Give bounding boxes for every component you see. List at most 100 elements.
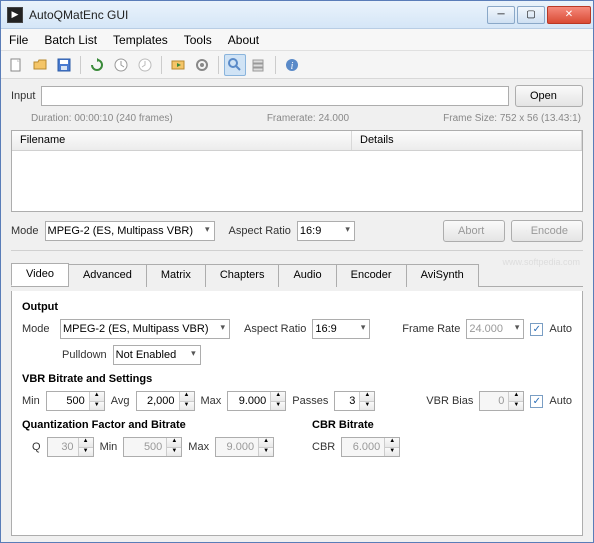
vbr-max-spinner[interactable]: ▲▼ [227, 391, 286, 411]
vbr-row: Min ▲▼ Avg ▲▼ Max ▲▼ Passes ▲▼ VBR Bias … [22, 391, 572, 411]
window-controls: ─ ▢ ✕ [487, 6, 591, 24]
settings-icon[interactable] [191, 54, 213, 76]
output-mode-select[interactable]: MPEG-2 (ES, Multipass VBR) [60, 319, 230, 339]
pulldown-label: Pulldown [62, 349, 107, 361]
mode-select[interactable]: MPEG-2 (ES, Multipass VBR) [45, 221, 215, 241]
col-details[interactable]: Details [352, 131, 582, 150]
batch-icon[interactable] [248, 54, 270, 76]
framesize-text: Frame Size: 752 x 56 (13.43:1) [443, 113, 581, 124]
toolbar-separator [275, 56, 276, 74]
tab-video[interactable]: Video [11, 263, 69, 286]
cbr-title: CBR Bitrate [312, 419, 572, 431]
framerate-text: Framerate: 24.000 [267, 113, 349, 124]
cbr-label: CBR [312, 441, 335, 453]
tabs: Video Advanced Matrix Chapters Audio Enc… [11, 263, 583, 287]
output-mode-label: Mode [22, 323, 54, 335]
clock-alt-icon[interactable] [134, 54, 156, 76]
mode-label: Mode [11, 225, 39, 237]
file-listview[interactable]: Filename Details [11, 130, 583, 212]
vbr-auto-checkbox[interactable]: ✓ [530, 395, 543, 408]
tab-panel-video: Output Mode MPEG-2 (ES, Multipass VBR) A… [11, 291, 583, 536]
menu-batch-list[interactable]: Batch List [44, 33, 97, 47]
menu-templates[interactable]: Templates [113, 33, 168, 47]
menubar: File Batch List Templates Tools About [1, 29, 593, 51]
output-row-2: Pulldown Not Enabled [22, 345, 572, 365]
toolbar-separator [80, 56, 81, 74]
refresh-icon[interactable] [86, 54, 108, 76]
open-icon[interactable] [29, 54, 51, 76]
aspect-select[interactable]: 16:9 [297, 221, 355, 241]
vbr-avg-label: Avg [111, 395, 130, 407]
output-title: Output [22, 301, 572, 313]
content: Input Open Duration: 00:00:10 (240 frame… [1, 79, 593, 542]
tab-encoder[interactable]: Encoder [336, 264, 407, 287]
clock-icon[interactable] [110, 54, 132, 76]
qf-max-label: Max [188, 441, 209, 453]
encode-button[interactable]: Encode [511, 220, 583, 242]
duration-text: Duration: 00:00:10 (240 frames) [31, 113, 173, 124]
q-spinner[interactable]: ▲▼ [47, 437, 94, 457]
framerate-auto-label: Auto [549, 323, 572, 335]
q-label: Q [32, 441, 41, 453]
vbr-auto-label: Auto [549, 395, 572, 407]
vbr-bias-spinner[interactable]: ▲▼ [479, 391, 524, 411]
qf-max-spinner[interactable]: ▲▼ [215, 437, 274, 457]
zoom-icon[interactable] [224, 54, 246, 76]
abort-button[interactable]: Abort [443, 220, 505, 242]
qf-title: Quantization Factor and Bitrate [22, 419, 282, 431]
toolbar: i [1, 51, 593, 79]
minimize-button[interactable]: ─ [487, 6, 515, 24]
vbr-min-label: Min [22, 395, 40, 407]
pulldown-select[interactable]: Not Enabled [113, 345, 201, 365]
vbr-passes-label: Passes [292, 395, 328, 407]
output-row-1: Mode MPEG-2 (ES, Multipass VBR) Aspect R… [22, 319, 572, 339]
info-row: Duration: 00:00:10 (240 frames) Framerat… [11, 111, 583, 126]
aspect-label: Aspect Ratio [229, 225, 291, 237]
divider [11, 250, 583, 251]
vbr-bias-label: VBR Bias [426, 395, 473, 407]
framerate-label: Frame Rate [402, 323, 460, 335]
qf-row: Q ▲▼ Min ▲▼ Max ▲▼ [22, 437, 282, 457]
vbr-avg-spinner[interactable]: ▲▼ [136, 391, 195, 411]
toolbar-separator [161, 56, 162, 74]
output-aspect-label: Aspect Ratio [244, 323, 306, 335]
tab-chapters[interactable]: Chapters [205, 264, 280, 287]
app-icon: ▶ [7, 7, 23, 23]
input-field[interactable] [41, 86, 509, 106]
svg-text:i: i [291, 61, 294, 72]
listview-header: Filename Details [12, 131, 582, 151]
encode-icon [526, 225, 527, 237]
menu-file[interactable]: File [9, 33, 28, 47]
vbr-min-spinner[interactable]: ▲▼ [46, 391, 105, 411]
framerate-select[interactable]: 24.000 [466, 319, 524, 339]
maximize-button[interactable]: ▢ [517, 6, 545, 24]
open-button[interactable]: Open [515, 85, 583, 107]
vbr-passes-spinner[interactable]: ▲▼ [334, 391, 375, 411]
tab-avisynth[interactable]: AviSynth [406, 264, 479, 287]
qf-section: Quantization Factor and Bitrate Q ▲▼ Min… [22, 417, 282, 457]
tab-audio[interactable]: Audio [278, 264, 336, 287]
vbr-max-label: Max [201, 395, 222, 407]
tab-matrix[interactable]: Matrix [146, 264, 206, 287]
listview-body [12, 151, 582, 211]
play-icon[interactable] [167, 54, 189, 76]
info-icon[interactable]: i [281, 54, 303, 76]
cbr-spinner[interactable]: ▲▼ [341, 437, 400, 457]
save-icon[interactable] [53, 54, 75, 76]
qf-cbr-row: Quantization Factor and Bitrate Q ▲▼ Min… [22, 417, 572, 457]
output-aspect-select[interactable]: 16:9 [312, 319, 370, 339]
framerate-auto-checkbox[interactable]: ✓ [530, 323, 543, 336]
window: ▶ AutoQMatEnc GUI ─ ▢ ✕ File Batch List … [0, 0, 594, 543]
window-title: AutoQMatEnc GUI [29, 8, 487, 22]
col-filename[interactable]: Filename [12, 131, 352, 150]
tab-advanced[interactable]: Advanced [68, 264, 147, 287]
titlebar: ▶ AutoQMatEnc GUI ─ ▢ ✕ [1, 1, 593, 29]
qf-min-spinner[interactable]: ▲▼ [123, 437, 182, 457]
qf-min-label: Min [100, 441, 118, 453]
input-row: Input Open [11, 85, 583, 107]
close-button[interactable]: ✕ [547, 6, 591, 24]
menu-about[interactable]: About [228, 33, 259, 47]
menu-tools[interactable]: Tools [184, 33, 212, 47]
new-icon[interactable] [5, 54, 27, 76]
mode-row: Mode MPEG-2 (ES, Multipass VBR) Aspect R… [11, 220, 583, 242]
